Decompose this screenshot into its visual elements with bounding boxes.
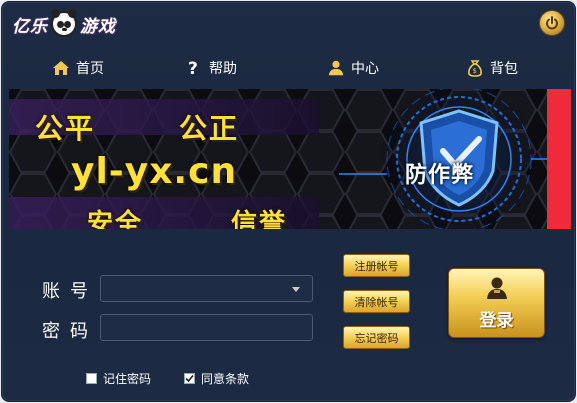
login-window: 亿乐 游戏 首页 ? 帮助 中心 $ 背包 公平 公正 yl-yx.cn 安全 … <box>1 1 576 402</box>
banner-red-strip <box>547 89 571 229</box>
nav-help[interactable]: ? 帮助 <box>185 52 237 84</box>
banner-fair-text: 公平 <box>35 112 96 145</box>
banner-site-text: yl-yx.cn <box>71 151 238 192</box>
register-account-button[interactable]: 注册帐号 <box>343 254 410 277</box>
password-input[interactable] <box>100 314 313 341</box>
home-icon <box>52 59 70 77</box>
account-input[interactable] <box>100 275 313 302</box>
svg-text:$: $ <box>473 67 477 75</box>
top-nav: 首页 ? 帮助 中心 $ 背包 <box>2 52 575 84</box>
login-button-label: 登录 <box>479 310 514 331</box>
nav-center[interactable]: 中心 <box>327 52 379 84</box>
account-label: 账号 <box>42 281 98 302</box>
nav-center-label: 中心 <box>351 61 379 77</box>
user-icon <box>327 59 345 77</box>
banner-just-text: 公正 <box>179 112 240 145</box>
login-button[interactable]: 登录 <box>448 268 545 338</box>
power-icon[interactable] <box>539 10 565 36</box>
nav-home[interactable]: 首页 <box>52 52 104 84</box>
logo-text-right: 游戏 <box>80 16 116 37</box>
nav-bag[interactable]: $ 背包 <box>466 52 518 84</box>
checkmark-icon <box>185 374 194 383</box>
agree-terms-row[interactable]: 同意条款 <box>184 370 249 387</box>
agree-terms-checkbox[interactable] <box>184 373 195 384</box>
remember-password-checkbox[interactable] <box>86 373 97 384</box>
forgot-password-button[interactable]: 忘记密码 <box>343 326 410 349</box>
svg-text:?: ? <box>188 59 198 77</box>
nav-home-label: 首页 <box>76 61 104 77</box>
agree-terms-label: 同意条款 <box>201 372 250 386</box>
nav-help-label: 帮助 <box>209 61 237 77</box>
help-icon: ? <box>185 59 203 77</box>
nav-bag-label: 背包 <box>490 61 518 77</box>
banner-trust-text: 信誉 <box>231 209 288 229</box>
password-label: 密码 <box>42 321 98 342</box>
bag-icon: $ <box>466 59 484 77</box>
panda-logo-icon <box>51 9 77 37</box>
promo-banner[interactable]: 公平 公正 yl-yx.cn 安全 信誉 防作弊 <box>9 89 571 229</box>
login-user-icon <box>483 276 511 304</box>
dropdown-arrow-icon[interactable] <box>292 287 300 292</box>
logo-text-left: 亿乐 <box>12 16 48 37</box>
title-bar: 亿乐 游戏 <box>2 2 575 46</box>
app-logo: 亿乐 游戏 <box>12 8 116 40</box>
clear-account-button[interactable]: 清除帐号 <box>343 290 410 313</box>
anti-cheat-shield-text: 防作弊 <box>405 163 475 188</box>
banner-safe-text: 安全 <box>87 209 144 229</box>
remember-password-label: 记住密码 <box>103 372 152 386</box>
remember-password-row[interactable]: 记住密码 <box>86 370 151 387</box>
